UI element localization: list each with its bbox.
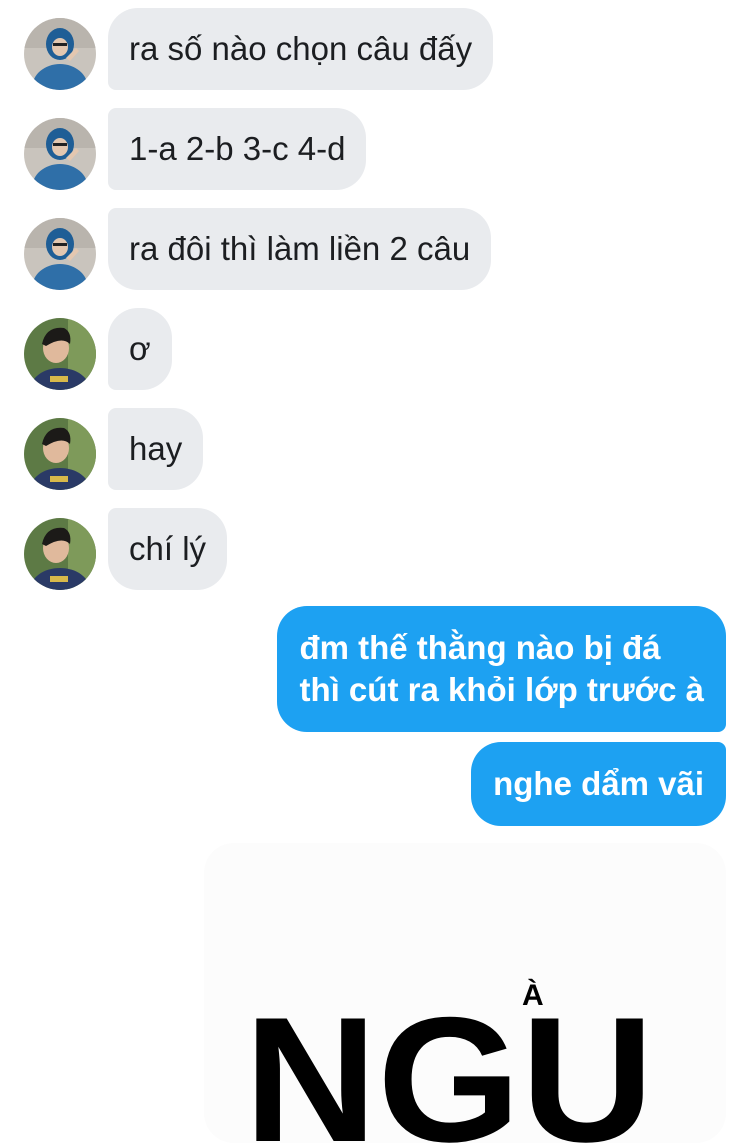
outgoing-message-bubble[interactable]: đm thế thằng nào bị đá thì cút ra khỏi l… (277, 606, 726, 732)
friend-blue-hoodie-avatar[interactable] (24, 18, 96, 90)
incoming-message: hay (0, 408, 750, 492)
message-bubble[interactable]: hay (108, 408, 204, 490)
ngu-meme-image: NGU À (244, 978, 654, 1143)
friend-blue-hoodie-avatar[interactable] (24, 218, 96, 290)
friend-dark-hair-avatar[interactable] (24, 518, 96, 590)
incoming-message: ơ (0, 308, 750, 392)
friend-dark-hair-avatar[interactable] (24, 418, 96, 490)
incoming-message: 1-a 2-b 3-c 4-d (0, 108, 750, 192)
friend-dark-hair-avatar[interactable] (24, 318, 96, 390)
message-line: đm thế thằng nào bị đá (299, 629, 661, 666)
message-line: thì cút ra khỏi lớp trước à (299, 671, 704, 708)
message-bubble[interactable]: ơ (108, 308, 172, 390)
sent-image[interactable]: NGU À (204, 843, 726, 1143)
message-bubble[interactable]: ra đôi thì làm liền 2 câu (108, 208, 492, 290)
message-bubble[interactable]: chí lý (108, 508, 228, 590)
message-bubble[interactable]: ra số nào chọn câu đấy (108, 8, 494, 90)
incoming-message: chí lý (0, 508, 750, 592)
meme-accent-text: À (522, 978, 544, 1012)
outgoing-message-bubble[interactable]: nghe dẩm vãi (471, 742, 726, 826)
message-bubble[interactable]: 1-a 2-b 3-c 4-d (108, 108, 367, 190)
friend-blue-hoodie-avatar[interactable] (24, 118, 96, 190)
message-line: nghe dẩm vãi (493, 765, 704, 802)
incoming-message: ra đôi thì làm liền 2 câu (0, 208, 750, 292)
meme-main-text: NGU (244, 980, 654, 1143)
incoming-message: ra số nào chọn câu đấy (0, 8, 750, 92)
